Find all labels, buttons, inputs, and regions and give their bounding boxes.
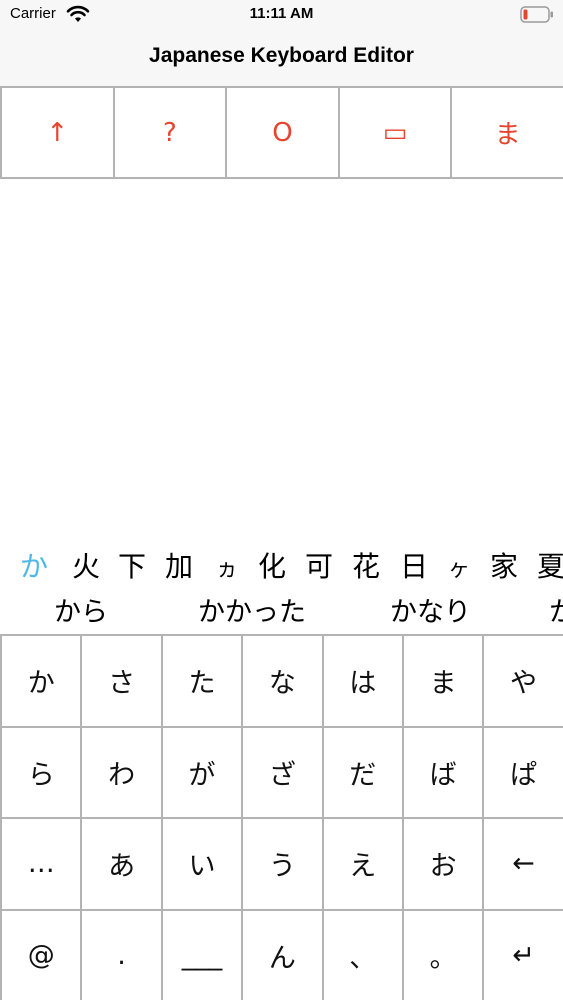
candidate-item-selected[interactable]: か (20, 545, 48, 585)
candidate-word[interactable]: か (549, 590, 563, 629)
status-bar: Carrier 11:11 AM (0, 0, 563, 30)
key-ellipsis[interactable]: … (2, 819, 81, 909)
key-i[interactable]: い (162, 819, 242, 909)
top-key-row: ↑ ? O ▭ ま (0, 86, 563, 179)
candidate-item[interactable]: ヵ (216, 551, 238, 583)
key-at[interactable]: @ (2, 910, 81, 1000)
page-title: Japanese Keyboard Editor (149, 44, 414, 67)
key-ma[interactable]: ま (403, 636, 483, 726)
key-pa[interactable]: ぱ (484, 727, 563, 817)
top-key-o[interactable]: O (227, 88, 340, 177)
key-full-stop[interactable]: 。 (403, 910, 483, 1000)
key-ra[interactable]: ら (2, 727, 81, 817)
candidate-bar-single: か 火 下 加 ヵ 化 可 花 日 ヶ 家 夏 (0, 545, 563, 591)
key-da[interactable]: だ (323, 727, 402, 817)
battery-low-icon (520, 6, 553, 23)
key-ta[interactable]: た (162, 636, 242, 726)
candidate-item[interactable]: 可 (305, 545, 333, 585)
space-key[interactable]: ___ (162, 910, 242, 1000)
key-ha[interactable]: は (323, 636, 402, 726)
key-comma[interactable]: 、 (323, 910, 402, 1000)
key-ya[interactable]: や (484, 636, 563, 726)
top-key-arrow-up[interactable]: ↑ (0, 88, 115, 177)
key-ka[interactable]: か (2, 636, 81, 726)
key-za[interactable]: ざ (243, 727, 322, 817)
key-o[interactable]: お (403, 819, 483, 909)
top-key-rectangle[interactable]: ▭ (340, 88, 453, 177)
candidate-word[interactable]: から (54, 590, 108, 629)
top-key-ma[interactable]: ま (452, 88, 563, 177)
candidate-item[interactable]: 下 (118, 545, 146, 585)
kana-keyboard: か さ た な は ま や ら わ が ざ だ ば ぱ … あ い う え お … (0, 634, 563, 1000)
key-sa[interactable]: さ (82, 636, 161, 726)
candidate-item[interactable]: 加 (165, 545, 193, 585)
key-wa[interactable]: わ (82, 727, 161, 817)
key-e[interactable]: え (323, 819, 402, 909)
candidate-item[interactable]: 夏 (537, 545, 563, 585)
status-time: 11:11 AM (249, 5, 314, 22)
candidate-item[interactable]: 化 (258, 545, 286, 585)
key-period[interactable]: . (82, 910, 161, 1000)
candidate-item[interactable]: ヶ (448, 551, 470, 583)
candidate-item[interactable]: 火 (72, 545, 100, 585)
candidate-item[interactable]: 花 (352, 545, 380, 585)
key-ga[interactable]: が (162, 727, 242, 817)
backspace-key[interactable]: ← (484, 819, 563, 909)
candidate-item[interactable]: 家 (490, 545, 518, 585)
candidate-word[interactable]: かなり (390, 590, 471, 629)
key-na[interactable]: な (243, 636, 322, 726)
key-ba[interactable]: ば (403, 727, 483, 817)
candidate-bar-words: から かかった かなり か (0, 590, 563, 634)
candidate-item[interactable]: 日 (400, 545, 428, 585)
key-a[interactable]: あ (82, 819, 161, 909)
candidate-word[interactable]: かかった (198, 590, 306, 629)
key-n[interactable]: ん (243, 910, 322, 1000)
navigation-bar: Japanese Keyboard Editor (0, 30, 563, 86)
key-u[interactable]: う (243, 819, 322, 909)
return-key[interactable]: ↵ (484, 910, 563, 1000)
top-key-question[interactable]: ? (115, 88, 228, 177)
